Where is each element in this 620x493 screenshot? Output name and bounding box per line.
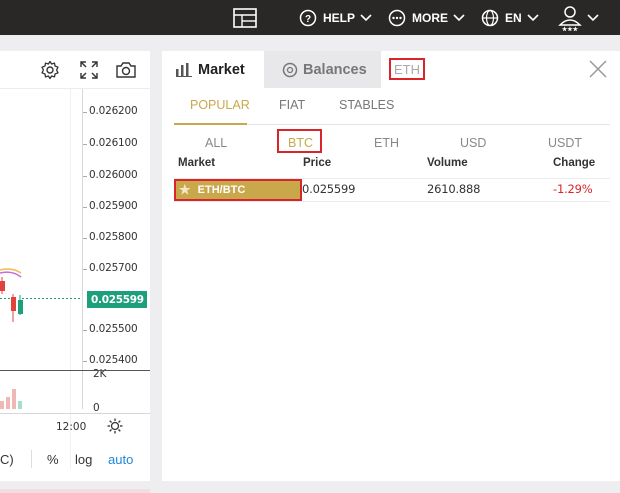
- time-tick: 12:00: [56, 421, 87, 433]
- quote-tab-usdt[interactable]: USDT: [548, 136, 582, 150]
- column-header-change[interactable]: Change: [553, 157, 595, 169]
- pane-separator[interactable]: [0, 370, 150, 371]
- account-menu[interactable]: ★★★: [558, 0, 599, 35]
- more-icon: [388, 9, 406, 26]
- tab-popular[interactable]: POPULAR: [190, 98, 250, 112]
- price-tick: 0.025900: [89, 200, 138, 212]
- chart-settings-button[interactable]: [39, 59, 61, 81]
- column-header-price[interactable]: Price: [303, 157, 331, 169]
- time-axis: 12:00: [0, 413, 150, 439]
- divider: [174, 201, 610, 202]
- volume-bar: [12, 389, 16, 409]
- pair-cell[interactable]: ★ ETH/BTC: [174, 179, 302, 201]
- percent-scale-toggle[interactable]: %: [47, 452, 59, 467]
- candlestick-plot: [0, 268, 82, 409]
- tab-stables[interactable]: STABLES: [339, 98, 394, 112]
- chevron-down-icon: [527, 13, 539, 21]
- price-tick: 0.025500: [89, 323, 138, 335]
- quote-tab-eth[interactable]: ETH: [374, 136, 399, 150]
- footer-strip: [0, 489, 150, 493]
- fullscreen-button[interactable]: [78, 59, 100, 81]
- pair-name: ETH/BTC: [197, 184, 246, 196]
- column-header-market[interactable]: Market: [178, 157, 215, 169]
- quote-tab-btc[interactable]: BTC: [288, 136, 313, 150]
- close-icon: [589, 60, 607, 78]
- candle: [11, 297, 16, 311]
- tab-fiat[interactable]: FIAT: [279, 98, 305, 112]
- svg-text:★★★: ★★★: [562, 26, 579, 31]
- price-tick: 0.025700: [89, 262, 138, 274]
- timezone-label[interactable]: C): [0, 452, 14, 467]
- layout-icon[interactable]: [233, 0, 257, 35]
- fullscreen-icon: [80, 61, 98, 79]
- more-label: MORE: [412, 10, 448, 25]
- market-panel-tabs: Market Balances ETH: [162, 51, 620, 88]
- volume-bar: [18, 401, 22, 409]
- coin-icon: [282, 62, 298, 77]
- market-panel: Market Balances ETH POPULAR FIAT STABLES…: [162, 51, 620, 481]
- user-icon: ★★★: [558, 5, 582, 31]
- language-label: EN: [505, 10, 522, 25]
- axis-settings-button[interactable]: [107, 418, 123, 439]
- auto-scale-toggle[interactable]: auto: [108, 452, 133, 467]
- price-tick: 0.026200: [89, 105, 138, 117]
- price-tick: 0.026000: [89, 169, 138, 181]
- price-tick: 0.026100: [89, 137, 138, 149]
- top-nav-bar: ? HELP MORE EN ★★★: [0, 0, 620, 35]
- close-button[interactable]: [587, 58, 609, 80]
- volume-bar: [6, 397, 10, 409]
- quote-tab-usd[interactable]: USD: [460, 136, 486, 150]
- tab-balances-label: Balances: [303, 61, 367, 78]
- tab-market-label: Market: [198, 61, 245, 78]
- log-scale-toggle[interactable]: log: [75, 452, 92, 467]
- chart-toolbar: [0, 51, 150, 89]
- sun-gear-icon: [107, 418, 123, 434]
- chart-footer: C) % log auto: [0, 446, 150, 472]
- price-axis: 0.026200 0.026100 0.026000 0.025900 0.02…: [82, 89, 150, 414]
- help-menu[interactable]: ? HELP: [299, 0, 372, 35]
- candle: [18, 300, 23, 314]
- chevron-down-icon: [587, 13, 599, 21]
- column-header-volume[interactable]: Volume: [427, 157, 468, 169]
- market-search-input[interactable]: ETH: [389, 58, 425, 80]
- more-menu[interactable]: MORE: [388, 0, 465, 35]
- quote-tab-all[interactable]: ALL: [205, 136, 227, 150]
- camera-icon: [116, 62, 136, 78]
- last-price-label: 0.025599: [87, 291, 147, 308]
- price-chart-panel: 0.026200 0.026100 0.026000 0.025900 0.02…: [0, 51, 150, 481]
- candle: [0, 281, 5, 291]
- change-value: -1.29%: [553, 182, 593, 196]
- chevron-down-icon: [453, 13, 465, 21]
- language-menu[interactable]: EN: [481, 0, 539, 35]
- chevron-down-icon: [360, 13, 372, 21]
- globe-icon: [481, 9, 499, 26]
- bar-chart-icon: [176, 62, 192, 77]
- active-tab-indicator: [174, 123, 247, 125]
- svg-text:?: ?: [305, 14, 311, 25]
- volume-bar: [0, 401, 4, 409]
- moving-average-line: [0, 271, 22, 278]
- tab-balances[interactable]: Balances: [264, 51, 381, 88]
- screenshot-button[interactable]: [115, 59, 137, 81]
- gear-icon: [41, 60, 59, 80]
- tab-market[interactable]: Market: [162, 51, 264, 88]
- price-value: 0.025599: [302, 182, 356, 196]
- price-tick: 0.025800: [89, 231, 138, 243]
- help-label: HELP: [323, 10, 356, 25]
- volume-value: 2610.888: [427, 182, 481, 196]
- price-tick: 0.025400: [89, 354, 138, 366]
- star-icon[interactable]: ★: [179, 182, 191, 198]
- help-icon: ?: [299, 9, 317, 26]
